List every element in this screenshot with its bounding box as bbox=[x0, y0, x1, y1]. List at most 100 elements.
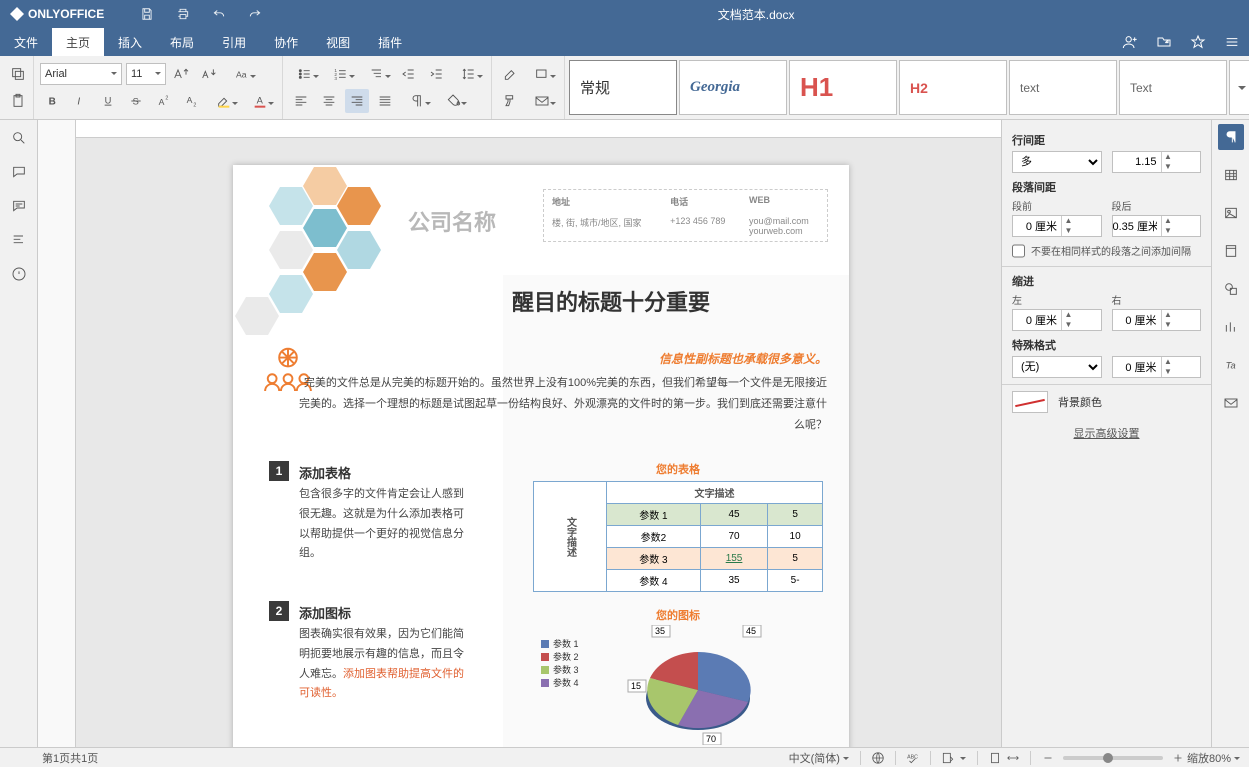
mailmerge-icon[interactable] bbox=[526, 89, 558, 113]
align-center-icon[interactable] bbox=[317, 89, 341, 113]
headings-icon[interactable] bbox=[9, 230, 29, 250]
multilevel-icon[interactable] bbox=[361, 62, 393, 86]
tab-collaboration[interactable]: 协作 bbox=[260, 28, 312, 56]
save-icon[interactable] bbox=[137, 4, 157, 24]
style-georgia[interactable]: Georgia bbox=[679, 60, 787, 115]
align-justify-icon[interactable] bbox=[373, 89, 397, 113]
highlight-icon[interactable] bbox=[208, 89, 240, 113]
spacing-after[interactable]: ▲▼ bbox=[1112, 215, 1202, 237]
font-color-icon[interactable]: A bbox=[244, 89, 276, 113]
tab-insert[interactable]: 插入 bbox=[104, 28, 156, 56]
zoom-slider[interactable] bbox=[1063, 756, 1163, 760]
tab-layout[interactable]: 布局 bbox=[156, 28, 208, 56]
tab-view[interactable]: 视图 bbox=[312, 28, 364, 56]
font-name-combo[interactable]: Arial bbox=[40, 63, 122, 85]
special-mode[interactable]: (无) bbox=[1012, 356, 1102, 378]
numbering-icon[interactable]: 123 bbox=[325, 62, 357, 86]
spacing-before[interactable]: ▲▼ bbox=[1012, 215, 1102, 237]
shape-settings-icon[interactable] bbox=[1218, 276, 1244, 302]
zoom-out-icon[interactable] bbox=[1039, 749, 1057, 767]
indent-right[interactable]: ▲▼ bbox=[1112, 309, 1202, 331]
mail-settings-icon[interactable] bbox=[1218, 390, 1244, 416]
advanced-link[interactable]: 显示高级设置 bbox=[1012, 425, 1201, 441]
no-space-same-style[interactable]: 不要在相同样式的段落之间添加间隔 bbox=[1012, 243, 1201, 258]
fit-width-icon[interactable] bbox=[1004, 749, 1022, 767]
menu-icon[interactable] bbox=[1215, 28, 1249, 56]
line-spacing-icon[interactable] bbox=[453, 62, 485, 86]
indent-left[interactable]: ▲▼ bbox=[1012, 309, 1102, 331]
bold-icon[interactable]: B bbox=[40, 89, 64, 113]
style-more[interactable] bbox=[1229, 60, 1249, 115]
shrink-font-icon[interactable] bbox=[198, 62, 222, 86]
tab-references[interactable]: 引用 bbox=[208, 28, 260, 56]
language-label[interactable]: 中文(简体) bbox=[789, 750, 840, 766]
redo-icon[interactable] bbox=[245, 4, 265, 24]
line-spacing-value[interactable]: ▲▼ bbox=[1112, 151, 1202, 173]
section-2-num: 2 bbox=[269, 601, 289, 621]
spellcheck-icon[interactable]: ABC bbox=[904, 749, 922, 767]
line-spacing-mode[interactable]: 多 bbox=[1012, 151, 1102, 173]
horizontal-ruler[interactable] bbox=[76, 120, 1001, 138]
svg-text:B: B bbox=[49, 97, 56, 108]
zoom-in-icon[interactable] bbox=[1169, 749, 1187, 767]
clear-format-icon[interactable] bbox=[498, 62, 522, 86]
change-case-icon[interactable]: Aa bbox=[226, 62, 258, 86]
chart-settings-icon[interactable] bbox=[1218, 314, 1244, 340]
nonprinting-icon[interactable] bbox=[401, 89, 433, 113]
shading-icon[interactable] bbox=[437, 89, 469, 113]
italic-icon[interactable]: I bbox=[68, 89, 92, 113]
font-size-combo[interactable]: 11 bbox=[126, 63, 166, 85]
search-icon[interactable] bbox=[9, 128, 29, 148]
line-spacing-label: 行间距 bbox=[1012, 132, 1201, 148]
tab-home[interactable]: 主页 bbox=[52, 28, 104, 56]
special-value[interactable]: ▲▼ bbox=[1112, 356, 1202, 378]
feedback-icon[interactable] bbox=[9, 264, 29, 284]
hex-decoration bbox=[243, 165, 413, 345]
zoom-label[interactable]: 缩放80% bbox=[1187, 750, 1231, 766]
indent-icon[interactable] bbox=[425, 62, 449, 86]
table-settings-icon[interactable] bbox=[1218, 162, 1244, 188]
vertical-ruler[interactable] bbox=[38, 120, 76, 747]
chat-icon[interactable] bbox=[9, 196, 29, 216]
strike-icon[interactable]: S bbox=[124, 89, 148, 113]
copy-style-icon[interactable] bbox=[498, 89, 522, 113]
tab-file[interactable]: 文件 bbox=[0, 28, 52, 56]
bullets-icon[interactable] bbox=[289, 62, 321, 86]
bg-color-swatch[interactable] bbox=[1012, 391, 1048, 413]
subscript-icon[interactable]: A2 bbox=[180, 89, 204, 113]
align-left-icon[interactable] bbox=[289, 89, 313, 113]
favorite-icon[interactable] bbox=[1181, 28, 1215, 56]
svg-text:U: U bbox=[105, 96, 112, 106]
fit-page-icon[interactable] bbox=[986, 749, 1004, 767]
image-settings-icon[interactable] bbox=[1218, 200, 1244, 226]
header-settings-icon[interactable] bbox=[1218, 238, 1244, 264]
print-icon[interactable] bbox=[173, 4, 193, 24]
textart-settings-icon[interactable]: Ta bbox=[1218, 352, 1244, 378]
svg-text:参数 1: 参数 1 bbox=[553, 638, 579, 649]
paste-icon[interactable] bbox=[6, 89, 30, 113]
copy-icon[interactable] bbox=[6, 62, 30, 86]
tab-plugins[interactable]: 插件 bbox=[364, 28, 416, 56]
svg-text:参数 4: 参数 4 bbox=[553, 677, 579, 688]
track-changes-icon[interactable] bbox=[939, 749, 957, 767]
style-h2[interactable]: H2 bbox=[899, 60, 1007, 115]
grow-font-icon[interactable] bbox=[170, 62, 194, 86]
style-text[interactable]: text bbox=[1009, 60, 1117, 115]
style-normal[interactable]: 常规 bbox=[569, 60, 677, 115]
align-right-icon[interactable] bbox=[345, 89, 369, 113]
style-text2[interactable]: Text bbox=[1119, 60, 1227, 115]
outdent-icon[interactable] bbox=[397, 62, 421, 86]
insert-shape-icon[interactable] bbox=[526, 62, 558, 86]
add-user-icon[interactable] bbox=[1113, 28, 1147, 56]
globe-icon[interactable] bbox=[869, 749, 887, 767]
undo-icon[interactable] bbox=[209, 4, 229, 24]
document-page: 公司名称 地址电话WEB 楼, 街, 城市/地区, 国家+123 456 789… bbox=[233, 165, 849, 747]
underline-icon[interactable]: U bbox=[96, 89, 120, 113]
open-location-icon[interactable] bbox=[1147, 28, 1181, 56]
style-h1[interactable]: H1 bbox=[789, 60, 897, 115]
superscript-icon[interactable]: A2 bbox=[152, 89, 176, 113]
paragraph-settings-icon[interactable] bbox=[1218, 124, 1244, 150]
document-area[interactable]: 公司名称 地址电话WEB 楼, 街, 城市/地区, 国家+123 456 789… bbox=[38, 120, 1001, 747]
comments-icon[interactable] bbox=[9, 162, 29, 182]
page-count[interactable]: 第1页共1页 bbox=[42, 750, 98, 766]
